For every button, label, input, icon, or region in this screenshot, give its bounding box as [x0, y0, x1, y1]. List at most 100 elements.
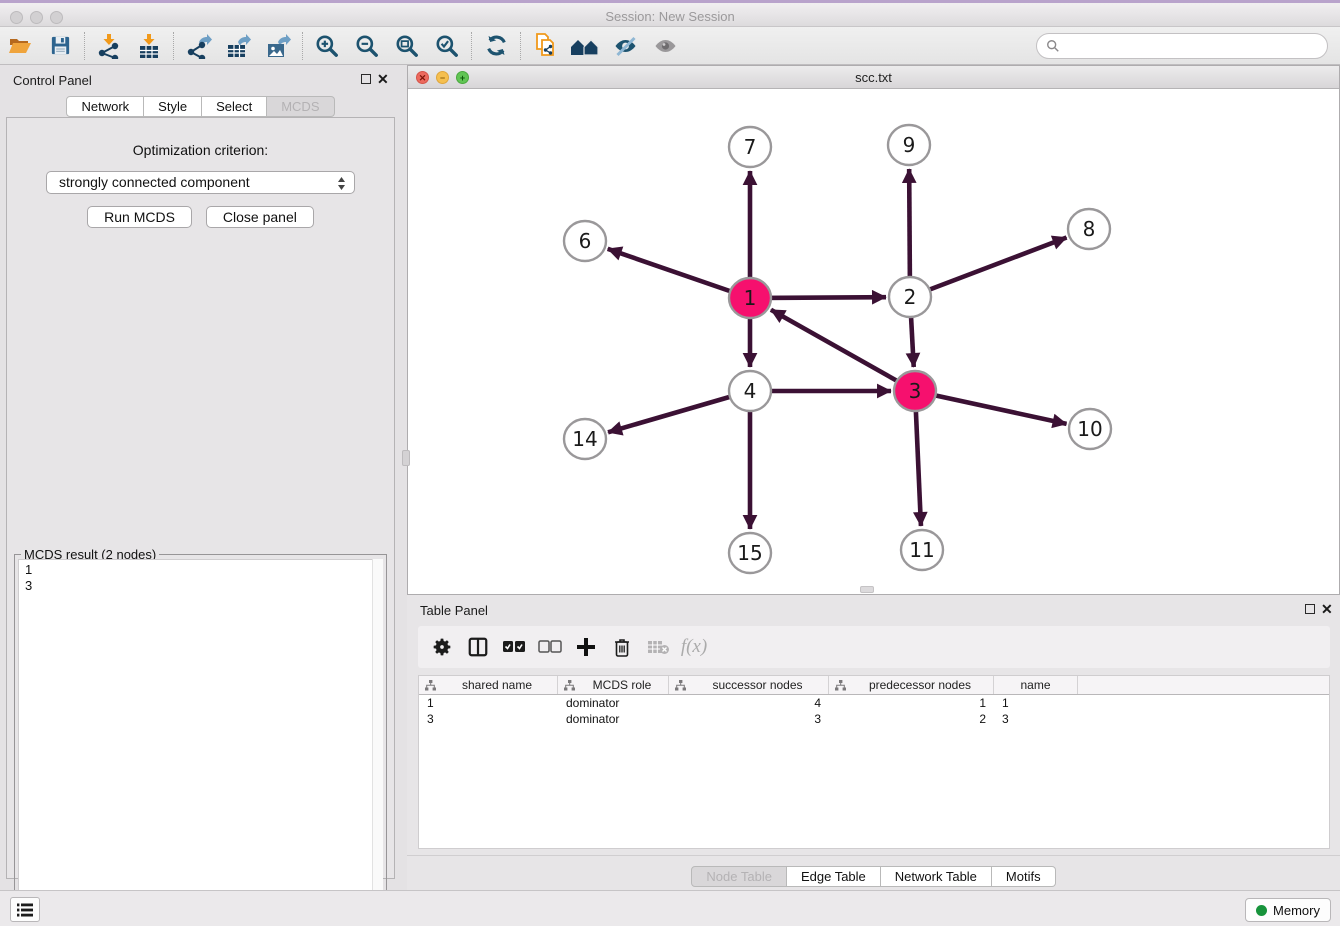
tab-mcds[interactable]: MCDS [267, 96, 334, 117]
delete-table-button[interactable] [644, 632, 672, 662]
task-history-button[interactable] [10, 897, 40, 922]
node-1[interactable]: 1 [729, 278, 771, 318]
svg-text:4: 4 [744, 379, 757, 403]
cell-MCDS-role[interactable]: dominator [558, 711, 669, 727]
tab-select[interactable]: Select [202, 96, 267, 117]
node-14[interactable]: 14 [564, 419, 606, 459]
import-table-button[interactable] [129, 29, 169, 63]
close-panel-button[interactable]: Close panel [206, 206, 314, 228]
zoom-fit-icon [394, 33, 420, 59]
tab-style[interactable]: Style [144, 96, 202, 117]
export-network-button[interactable] [178, 29, 218, 63]
unchecked-boxes-icon [538, 640, 562, 654]
edge-2-8[interactable] [910, 238, 1067, 297]
network-window-titlebar[interactable]: ✕ − + scc.txt [408, 66, 1339, 89]
search-field[interactable] [1036, 33, 1328, 59]
zoom-in-button[interactable] [307, 29, 347, 63]
table-row[interactable]: 3dominator323 [419, 711, 1329, 727]
tab-motifs[interactable]: Motifs [992, 866, 1056, 887]
hide-selected-button[interactable] [605, 29, 645, 63]
tab-network[interactable]: Network [66, 96, 144, 117]
column-header-successor-nodes[interactable]: successor nodes [669, 676, 829, 694]
column-header-name[interactable]: name [994, 676, 1078, 694]
deselect-all-rows-button[interactable] [536, 632, 564, 662]
panel-divider-grip[interactable] [402, 450, 410, 466]
node-3[interactable]: 3 [894, 371, 936, 411]
cell-name[interactable]: 1 [994, 695, 1078, 711]
svg-text:15: 15 [737, 541, 762, 565]
refresh-layout-icon [484, 33, 509, 58]
zoom-selected-button[interactable] [427, 29, 467, 63]
node-7[interactable]: 7 [729, 127, 771, 167]
search-input[interactable] [1060, 39, 1310, 54]
network-graph-canvas[interactable]: 7 9 6 8 1 2 4 3 14 10 15 11 [408, 89, 1339, 594]
mcds-panel: Optimization criterion: strongly connect… [6, 117, 395, 879]
memory-status-icon [1256, 905, 1267, 916]
zoom-out-button[interactable] [347, 29, 387, 63]
apply-preferred-layout-button[interactable] [476, 29, 516, 63]
import-network-icon [96, 33, 122, 59]
import-network-button[interactable] [89, 29, 129, 63]
edge-3-10[interactable] [915, 391, 1067, 424]
export-image-button[interactable] [258, 29, 298, 63]
cell-predecessor-nodes[interactable]: 1 [829, 695, 994, 711]
node-9[interactable]: 9 [888, 125, 930, 165]
cell-shared-name[interactable]: 3 [419, 711, 558, 727]
run-mcds-button[interactable]: Run MCDS [87, 206, 192, 228]
svg-text:3: 3 [909, 379, 922, 403]
column-header-MCDS-role[interactable]: MCDS role [558, 676, 669, 694]
cell-MCDS-role[interactable]: dominator [558, 695, 669, 711]
cell-shared-name[interactable]: 1 [419, 695, 558, 711]
control-panel-float-button[interactable] [361, 74, 371, 84]
table-panel-float-button[interactable] [1305, 604, 1315, 614]
delete-column-button[interactable] [608, 632, 636, 662]
reset-network-view-button[interactable] [565, 29, 605, 63]
table-settings-button[interactable] [428, 632, 456, 662]
column-header-shared-name[interactable]: shared name [419, 676, 558, 694]
select-all-rows-button[interactable] [500, 632, 528, 662]
node-4[interactable]: 4 [729, 371, 771, 411]
tab-edge-table[interactable]: Edge Table [787, 866, 881, 887]
node-2[interactable]: 2 [889, 277, 931, 317]
node-11[interactable]: 11 [901, 530, 943, 570]
cell-name[interactable]: 3 [994, 711, 1078, 727]
table-row[interactable]: 1dominator411 [419, 695, 1329, 711]
window-title: Session: New Session [0, 9, 1340, 24]
save-icon [49, 34, 72, 57]
zoom-selected-icon [434, 33, 460, 59]
export-table-button[interactable] [218, 29, 258, 63]
table-panel-close-button[interactable]: ✕ [1321, 601, 1333, 618]
show-all-button[interactable] [645, 29, 685, 63]
open-session-button[interactable] [0, 29, 40, 63]
function-builder-button[interactable]: f(x) [680, 632, 708, 662]
cell-successor-nodes[interactable]: 3 [669, 711, 829, 727]
column-header-predecessor-nodes[interactable]: predecessor nodes [829, 676, 994, 694]
node-8[interactable]: 8 [1068, 209, 1110, 249]
criterion-select-value: strongly connected component [59, 174, 250, 190]
node-6[interactable]: 6 [564, 221, 606, 261]
memory-button[interactable]: Memory [1245, 898, 1331, 922]
mcds-result-scrollbar[interactable] [372, 559, 383, 926]
open-folder-icon [7, 34, 33, 58]
svg-text:6: 6 [579, 229, 592, 253]
tab-node-table[interactable]: Node Table [691, 866, 787, 887]
cell-successor-nodes[interactable]: 4 [669, 695, 829, 711]
mcds-result-text[interactable]: 1 3 [18, 559, 383, 926]
control-panel-close-button[interactable]: ✕ [377, 71, 389, 88]
cell-predecessor-nodes[interactable]: 2 [829, 711, 994, 727]
node-10[interactable]: 10 [1069, 409, 1111, 449]
node-15[interactable]: 15 [729, 533, 771, 573]
tab-network-table[interactable]: Network Table [881, 866, 992, 887]
search-icon [1046, 39, 1060, 53]
edge-3-1[interactable] [771, 310, 915, 391]
toggle-column-panel-button[interactable] [464, 632, 492, 662]
edge-1-6[interactable] [608, 249, 750, 298]
save-session-button[interactable] [40, 29, 80, 63]
column-header-label: name [994, 678, 1077, 692]
criterion-select[interactable]: strongly connected component [46, 171, 355, 194]
clone-network-button[interactable] [525, 29, 565, 63]
gear-icon [432, 637, 452, 657]
network-scroll-grip[interactable] [860, 586, 874, 593]
zoom-fit-button[interactable] [387, 29, 427, 63]
create-column-button[interactable] [572, 632, 600, 662]
